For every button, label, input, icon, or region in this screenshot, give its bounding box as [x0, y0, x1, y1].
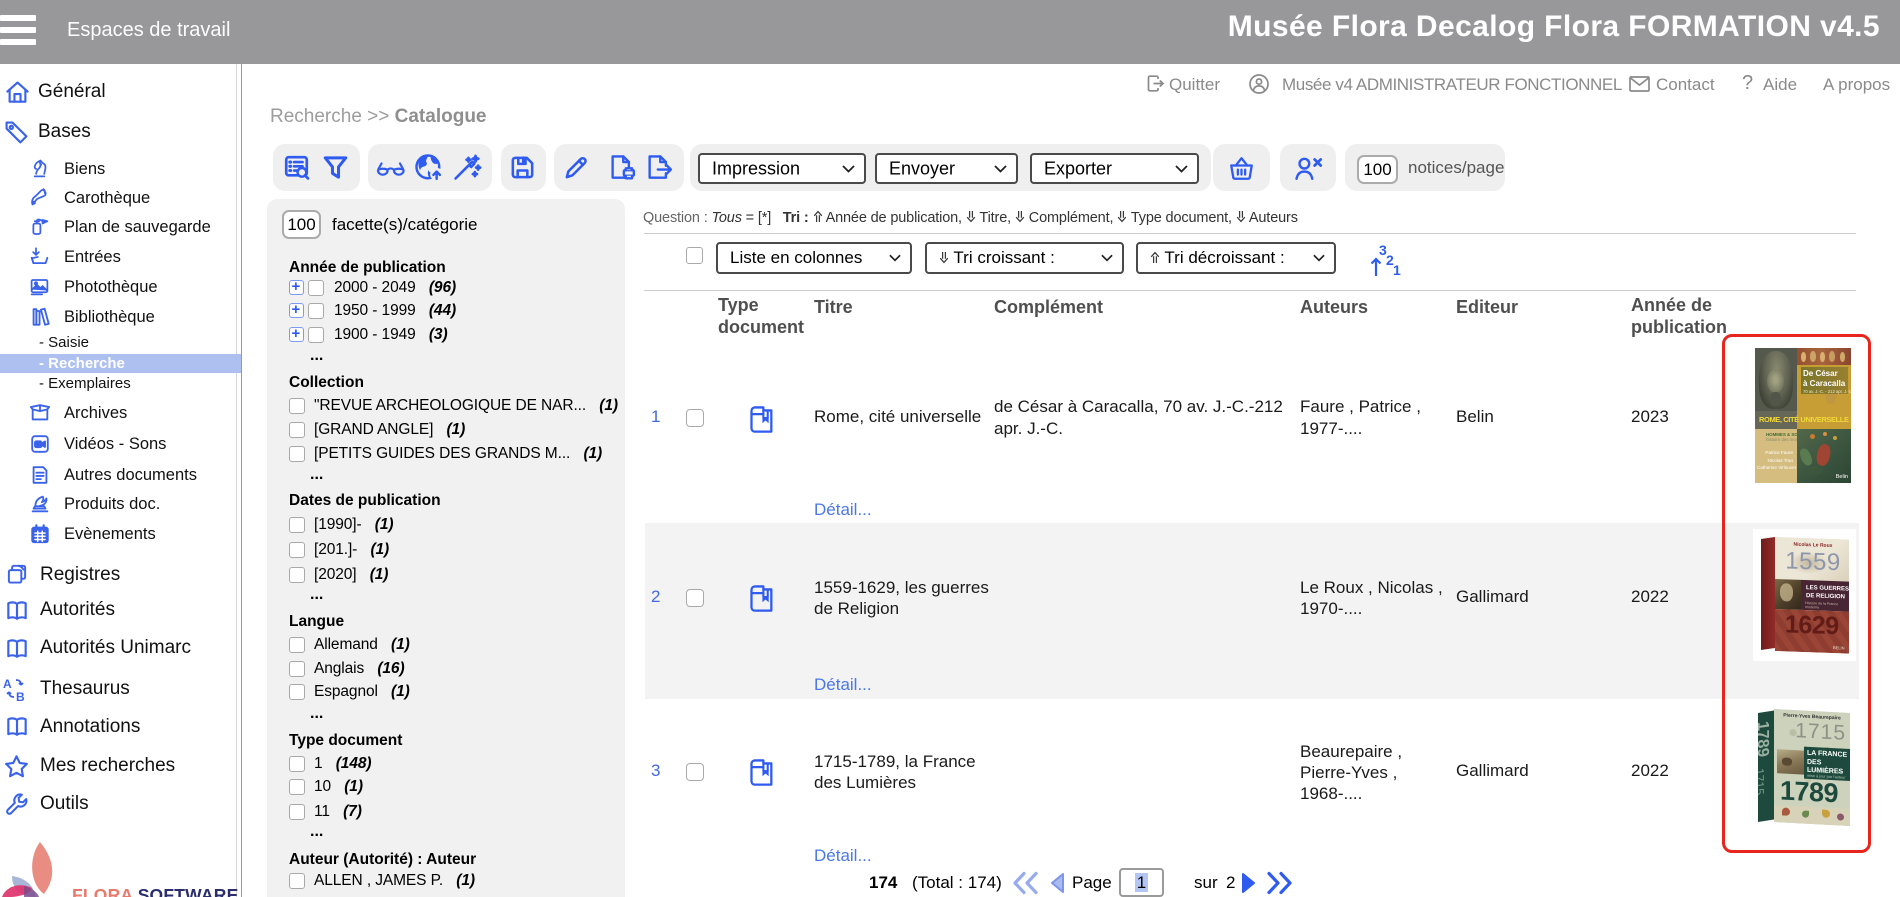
- svg-text:A: A: [3, 677, 12, 691]
- svg-text:1: 1: [1393, 262, 1401, 278]
- svg-text:B: B: [16, 690, 25, 702]
